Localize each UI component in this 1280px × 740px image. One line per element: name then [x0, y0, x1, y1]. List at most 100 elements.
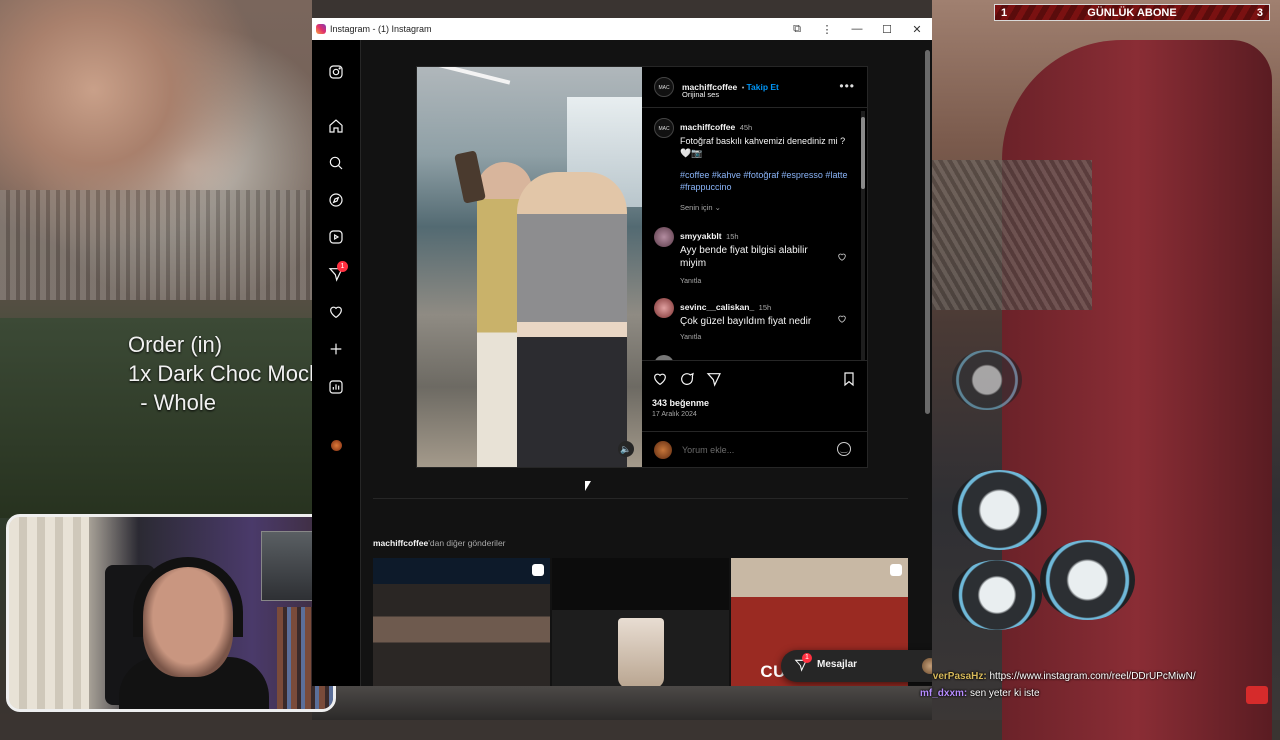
background-video-right	[932, 0, 1280, 740]
comment-username[interactable]: smyyakblt	[680, 231, 722, 241]
current-user-avatar	[654, 441, 672, 459]
instagram-main: 🔈 MAC machiffcoffee • Takip Et Orijinal …	[361, 40, 932, 686]
chat-user: mf_dxxm:	[920, 688, 968, 699]
chat-text: https://www.instagram.com/reel/DDrUPcMiw…	[989, 671, 1196, 682]
chat-message: EnverPasaHz: https://www.instagram.com/r…	[920, 668, 1196, 685]
author-avatar[interactable]: MAC	[654, 77, 674, 97]
commenter-avatar[interactable]	[654, 298, 674, 318]
messages-label: Mesajlar	[817, 659, 858, 670]
more-menu-icon[interactable]: ⋮	[812, 23, 842, 36]
photo-lamp	[431, 67, 511, 85]
caption-hashtags[interactable]: #coffee #kahve #fotoğraf #espresso #latt…	[680, 169, 850, 193]
post-header: MAC machiffcoffee • Takip Et Orijinal se…	[642, 67, 867, 108]
thumbnail-cup	[618, 618, 664, 686]
reel-icon	[890, 564, 902, 576]
reply-link[interactable]: Yanıtla	[680, 278, 830, 285]
comment-body: smyyakblt 15h Ayy bende fiyat bilgisi al…	[680, 226, 830, 285]
subscriber-goal-label: GÜNLÜK ABONE	[1087, 6, 1177, 19]
comment-text: Ayy bende fiyat bilgisi alabilir miyim	[680, 245, 808, 269]
window-titlebar: Instagram - (1) Instagram ⧉ ⋮ — ☐ ✕	[312, 18, 932, 40]
comment-bubble-icon[interactable]	[679, 371, 695, 387]
notification-badge: 1	[337, 261, 348, 272]
more-posts-suffix: 'dan diğer gönderiler	[428, 538, 506, 548]
photo-phone	[454, 150, 486, 204]
home-icon[interactable]	[327, 117, 345, 135]
audio-label[interactable]: Orijinal ses	[682, 90, 719, 99]
add-comment-bar: Yorum ekle... ‿	[642, 431, 867, 468]
messages-avatar	[922, 658, 932, 674]
messages-badge: 1	[802, 653, 812, 663]
explore-icon[interactable]	[327, 191, 345, 209]
commenter-avatar[interactable]	[654, 227, 674, 247]
more-posts-author[interactable]: machiffcoffee	[373, 538, 428, 548]
webcam-overlay	[6, 514, 336, 712]
chevron-down-icon: ⌄	[714, 203, 721, 212]
like-heart-icon[interactable]	[652, 371, 668, 387]
photo-person	[517, 172, 627, 467]
machine-button	[1040, 540, 1135, 620]
comment-sort-label: Senin için	[680, 203, 713, 212]
post-options-icon[interactable]: •••	[839, 79, 855, 93]
page-scrollbar[interactable]	[925, 50, 930, 414]
emoji-icon[interactable]: ‿	[837, 442, 851, 456]
comment-username[interactable]: sevinc__caliskan_	[680, 302, 754, 312]
webcam-curtain	[9, 517, 89, 709]
background-grate	[0, 190, 312, 300]
reels-icon[interactable]	[327, 228, 345, 246]
reply-link[interactable]: Yanıtla	[680, 334, 850, 341]
post-thumbnail[interactable]	[552, 558, 729, 686]
caption-username[interactable]: machiffcoffee	[680, 122, 735, 132]
order-overlay-text: Order (in) 1x Dark Choc Moch - Whole	[128, 332, 322, 415]
dashboard-icon[interactable]	[327, 378, 345, 396]
save-bookmark-icon[interactable]	[841, 371, 857, 387]
caption: machiffcoffee 45h Fotoğraf baskılı kahve…	[680, 117, 850, 212]
subscriber-goal-start: 1	[1001, 6, 1008, 19]
close-button[interactable]: ✕	[902, 23, 932, 36]
messages-popup-button[interactable]: 1 Mesajlar	[781, 650, 932, 682]
machine-button	[952, 470, 1047, 550]
like-comment-heart-icon[interactable]	[837, 311, 847, 323]
subscriber-goal-bar: 1 GÜNLÜK ABONE 3	[994, 4, 1270, 21]
comment-input[interactable]: Yorum ekle...	[682, 445, 734, 455]
comment-sort-dropdown[interactable]: Senin için ⌄	[680, 203, 850, 212]
section-divider	[373, 498, 908, 499]
more-posts-title: machiffcoffee'dan diğer gönderiler	[373, 538, 506, 548]
share-icon[interactable]	[706, 371, 722, 387]
minimize-button[interactable]: —	[842, 23, 872, 35]
mute-icon[interactable]: 🔈	[618, 441, 634, 457]
instagram-logo-icon[interactable]	[327, 63, 345, 81]
create-plus-icon[interactable]	[327, 340, 345, 358]
post-thumbnail[interactable]	[373, 558, 550, 686]
comment-time: 15h	[758, 303, 772, 312]
comments-scrollbar[interactable]	[861, 111, 865, 361]
maximize-button[interactable]: ☐	[872, 23, 902, 36]
browser-window: Instagram - (1) Instagram ⧉ ⋮ — ☐ ✕ 1 🔈 …	[312, 18, 932, 686]
background-bottom-strip	[312, 686, 932, 720]
search-icon[interactable]	[327, 154, 345, 172]
stream-logo	[1246, 686, 1268, 704]
post-actions: 343 beğenme 17 Aralık 2024	[642, 360, 867, 421]
likes-count[interactable]: 343 beğenme	[652, 398, 709, 408]
comments-scrollbar-thumb[interactable]	[861, 117, 865, 189]
reel-icon	[532, 564, 544, 576]
chat-message: mf_dxxm: sen yeter ki iste	[920, 685, 1196, 702]
follow-button[interactable]: Takip Et	[746, 82, 778, 92]
comments-section: MAC machiffcoffee 45h Fotoğraf baskılı k…	[642, 108, 867, 360]
like-comment-heart-icon[interactable]	[837, 249, 847, 261]
caption-text: Fotoğraf baskılı kahvemizi denediniz mi …	[680, 136, 846, 158]
profile-avatar[interactable]	[331, 440, 342, 451]
background-arm	[1002, 40, 1272, 740]
post-video[interactable]: 🔈	[417, 67, 642, 467]
instagram-favicon-icon	[316, 24, 326, 34]
post-details: MAC machiffcoffee • Takip Et Orijinal se…	[642, 67, 867, 467]
comment-text: Çok güzel bayıldım fiyat nedir	[680, 316, 812, 327]
extensions-icon[interactable]: ⧉	[782, 23, 812, 36]
caption-avatar[interactable]: MAC	[654, 118, 674, 138]
mouse-cursor	[585, 481, 591, 491]
post-date: 17 Aralık 2024	[652, 411, 697, 418]
comment-body: sevinc__caliskan_ 15h Çok güzel bayıldım…	[680, 297, 850, 341]
background-grate-right	[932, 160, 1092, 310]
messages-icon[interactable]: 1	[327, 261, 348, 283]
machine-button	[952, 560, 1042, 630]
notifications-heart-icon[interactable]	[327, 303, 345, 321]
